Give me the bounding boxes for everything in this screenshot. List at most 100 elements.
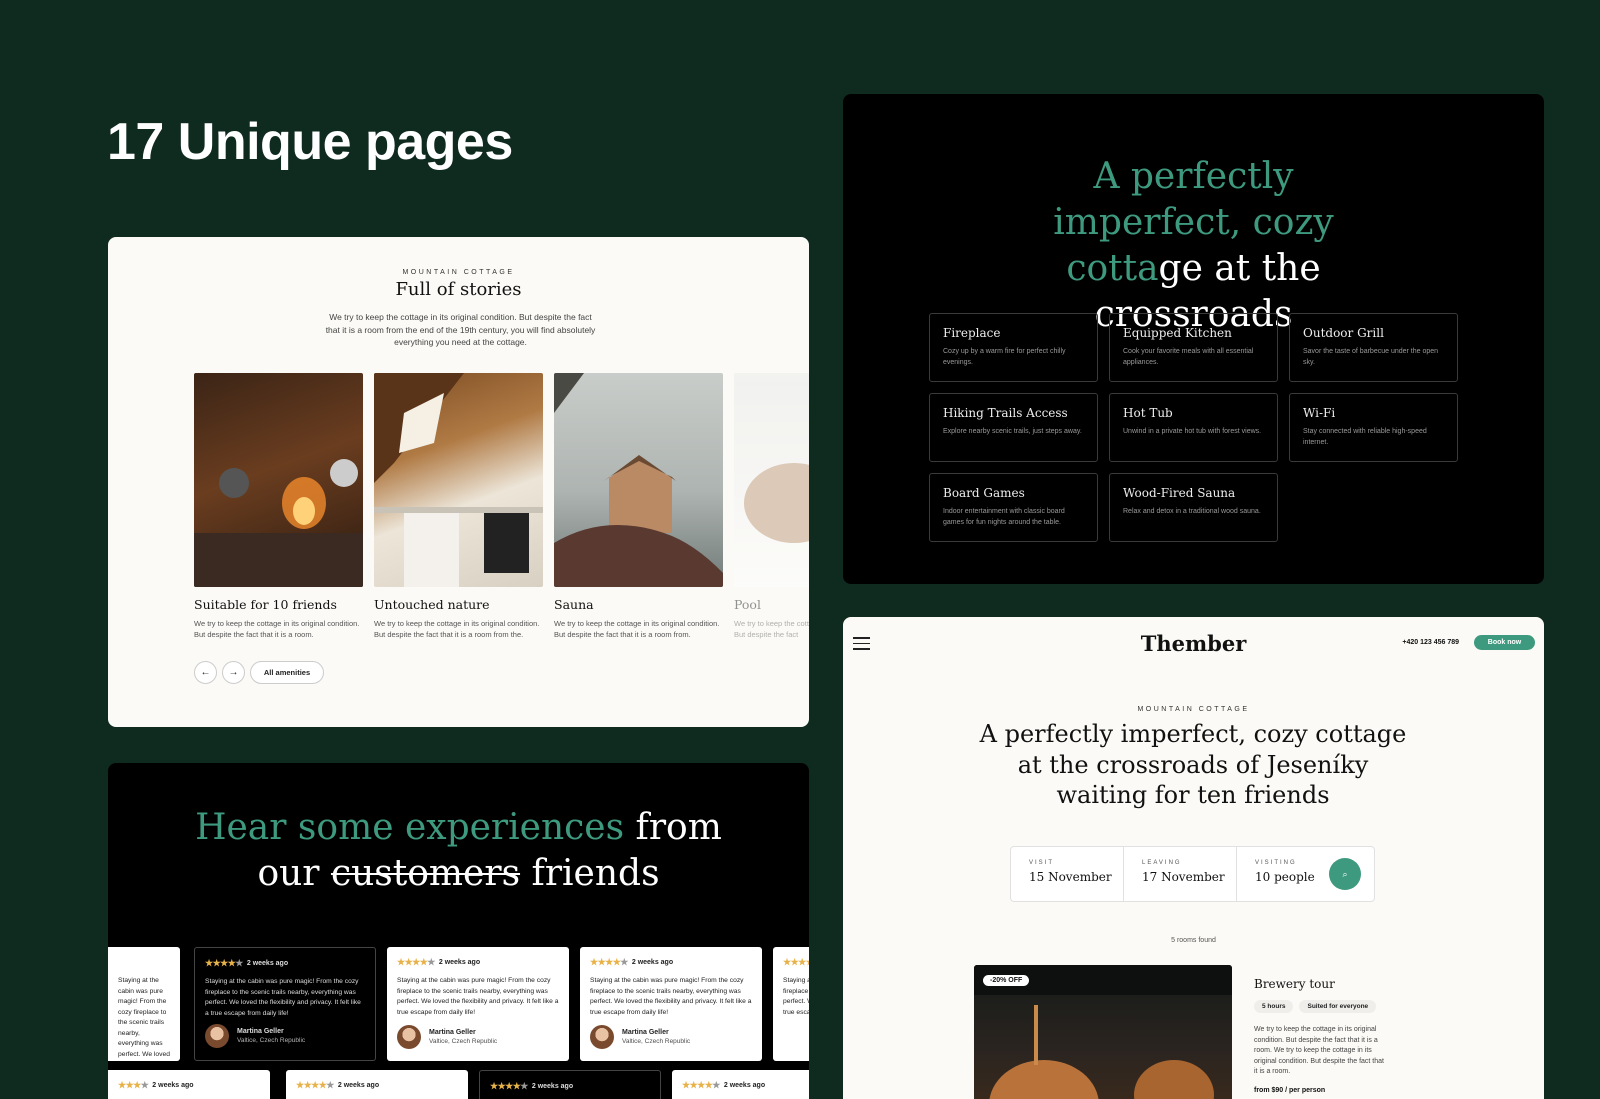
- review-author: Martina Geller Valtice, Czech Republic: [205, 1024, 305, 1048]
- review-time: 2 weeks ago: [631, 959, 674, 966]
- amenity-title: Hiking Trails Access: [943, 406, 1068, 420]
- story-card-title: Untouched nature: [374, 597, 490, 612]
- star-rating-icon: ★★★★★: [590, 957, 628, 967]
- amenity-desc: Explore nearby scenic trails, just steps…: [943, 428, 1082, 435]
- booking-search-bar: VISIT 15 November LEAVING 17 November VI…: [1010, 846, 1375, 902]
- guests-field[interactable]: VISITING 10 people: [1237, 847, 1327, 901]
- story-card-title: Sauna: [554, 597, 594, 612]
- review-card: ★★★★★ 2 weeks ago: [286, 1070, 468, 1099]
- review-card: ★★★★★ 2 weeks ago: [672, 1070, 809, 1099]
- amenity-desc: Cook your favorite meals with all essent…: [1123, 348, 1254, 366]
- field-label: VISIT: [1029, 860, 1055, 866]
- room-photo[interactable]: -20% OFF: [974, 965, 1232, 1099]
- amenity-desc: Stay connected with reliable high-speed …: [1303, 428, 1427, 446]
- book-now-button[interactable]: Book now: [1474, 635, 1535, 650]
- author-location: Valtice, Czech Republic: [237, 1037, 306, 1044]
- amenity-card: Equipped Kitchen Cook your favorite meal…: [1109, 313, 1278, 382]
- avatar: [397, 1025, 421, 1049]
- stories-title: Full of stories: [395, 279, 522, 300]
- review-card: ★★★★★2 weeks ago Staying at the cabin wa…: [108, 947, 180, 1061]
- story-card-title: Pool: [734, 597, 761, 612]
- room-tags: 5 hours Suited for everyone: [1254, 1000, 1377, 1013]
- fireplace-photo: [194, 373, 363, 587]
- amenity-title: Outdoor Grill: [1303, 326, 1384, 340]
- author-name: Martina Geller: [429, 1029, 476, 1036]
- field-value: 10 people: [1255, 870, 1315, 884]
- amenities-headline: A perfectly imperfect, cozy cottage at t…: [843, 154, 1544, 338]
- amenity-card: Outdoor Grill Savor the taste of barbecu…: [1289, 313, 1458, 382]
- visit-date-field[interactable]: VISIT 15 November: [1011, 847, 1124, 901]
- leaving-date-field[interactable]: LEAVING 17 November: [1124, 847, 1237, 901]
- amenities-preview-panel: A perfectly imperfect, cozy cottage at t…: [843, 94, 1544, 584]
- amenity-desc: Indoor entertainment with classic board …: [943, 508, 1065, 526]
- headline-white-part: our: [257, 853, 331, 894]
- page-hero-title: 17 Unique pages: [107, 113, 513, 171]
- avatar: [205, 1024, 229, 1048]
- amenity-card: Hot Tub Unwind in a private hot tub with…: [1109, 393, 1278, 462]
- amenity-title: Board Games: [943, 486, 1025, 500]
- amenity-title: Equipped Kitchen: [1123, 326, 1232, 340]
- amenity-card: Board Games Indoor entertainment with cl…: [929, 473, 1098, 542]
- author-location: Valtice, Czech Republic: [622, 1038, 691, 1045]
- avatar: [590, 1025, 614, 1049]
- amenity-card: Fireplace Cozy up by a warm fire for per…: [929, 313, 1098, 382]
- room-price: from $90 / per person: [1254, 1087, 1326, 1094]
- story-card[interactable]: Sauna We try to keep the cottage in its …: [554, 373, 723, 640]
- room-title[interactable]: Brewery tour: [1254, 977, 1335, 991]
- headline-green-part: Hear some experiences: [195, 807, 625, 848]
- stories-preview-panel: MOUNTAIN COTTAGE Full of stories We try …: [108, 237, 809, 727]
- next-arrow-button[interactable]: →: [222, 661, 245, 684]
- booking-headline: A perfectly imperfect, cozy cottage at t…: [979, 720, 1407, 809]
- search-icon: ⌕: [1342, 868, 1348, 879]
- review-time: 2 weeks ago: [531, 1083, 574, 1090]
- review-text: Staying at the cabin was pure magic! Fro…: [590, 977, 752, 1016]
- story-card[interactable]: Untouched nature We try to keep the cott…: [374, 373, 543, 640]
- author-location: Valtice, Czech Republic: [429, 1038, 498, 1045]
- review-card: ★★★★★ 2 weeks ago: [479, 1070, 661, 1099]
- search-button[interactable]: ⌕: [1329, 858, 1361, 890]
- amenity-title: Fireplace: [943, 326, 1001, 340]
- story-card-title: Suitable for 10 friends: [194, 597, 337, 612]
- story-card-desc: We try to keep the cottage in its origin…: [734, 619, 809, 639]
- field-value: 15 November: [1029, 870, 1112, 884]
- amenity-card: Hiking Trails Access Explore nearby scen…: [929, 393, 1098, 462]
- star-rating-icon: ★★★★: [118, 1080, 149, 1090]
- amenity-card: Wood-Fired Sauna Relax and detox in a tr…: [1109, 473, 1278, 542]
- star-rating-icon: ★★★★★: [397, 957, 435, 967]
- review-text: Staying at the cabin was pure magic! Fro…: [397, 977, 559, 1016]
- phone-link[interactable]: +420 123 456 789: [1402, 639, 1459, 646]
- stories-eyebrow: MOUNTAIN COTTAGE: [402, 269, 515, 276]
- review-author: Martina Geller Valtice, Czech Republic: [590, 1025, 690, 1049]
- discount-badge: -20% OFF: [983, 975, 1030, 986]
- story-card-desc: We try to keep the cottage in its origin…: [194, 619, 360, 639]
- amenity-title: Hot Tub: [1123, 406, 1173, 420]
- review-time: 2 weeks ago: [438, 959, 481, 966]
- review-card: ★★★★ 2 weeks ago: [108, 1070, 270, 1099]
- story-card-desc: We try to keep the cottage in its origin…: [374, 619, 540, 639]
- story-card-desc: We try to keep the cottage in its origin…: [554, 619, 720, 639]
- story-card[interactable]: Suitable for 10 friends We try to keep t…: [194, 373, 363, 640]
- arrow-left-icon: ←: [200, 667, 211, 678]
- sauna-photo: [554, 373, 723, 587]
- amenity-desc: Relax and detox in a traditional wood sa…: [1123, 508, 1261, 515]
- rooms-found-count: 5 rooms found: [1171, 937, 1216, 944]
- headline-white-part: from: [624, 807, 722, 848]
- all-amenities-button[interactable]: All amenities: [250, 661, 324, 684]
- review-time: 2 weeks ago: [152, 1082, 194, 1089]
- review-time: 2 weeks ago: [246, 960, 289, 967]
- story-card[interactable]: Pool We try to keep the cottage in its o…: [734, 373, 809, 640]
- field-label: LEAVING: [1142, 860, 1182, 866]
- review-text: Staying at the cabin was pure magic! Fro…: [118, 977, 170, 1058]
- pool-photo: [734, 373, 809, 587]
- arrow-right-icon: →: [228, 667, 239, 678]
- headline-strike-part: customers: [330, 853, 521, 894]
- room-tag: 5 hours: [1254, 1000, 1294, 1013]
- star-rating-icon: ★★★★★: [205, 958, 243, 968]
- room-description: We try to keep the cottage in its origin…: [1254, 1026, 1384, 1075]
- review-text: Staying at the cabin was pure magic! Fro…: [205, 978, 361, 1017]
- room-tag: Suited for everyone: [1299, 1000, 1377, 1013]
- author-name: Martina Geller: [237, 1028, 284, 1035]
- review-card: ★★★★★2 weeks ago Staying at the cabin wa…: [194, 947, 376, 1061]
- review-author: Martina Geller Valtice, Czech Republic: [397, 1025, 497, 1049]
- prev-arrow-button[interactable]: ←: [194, 661, 217, 684]
